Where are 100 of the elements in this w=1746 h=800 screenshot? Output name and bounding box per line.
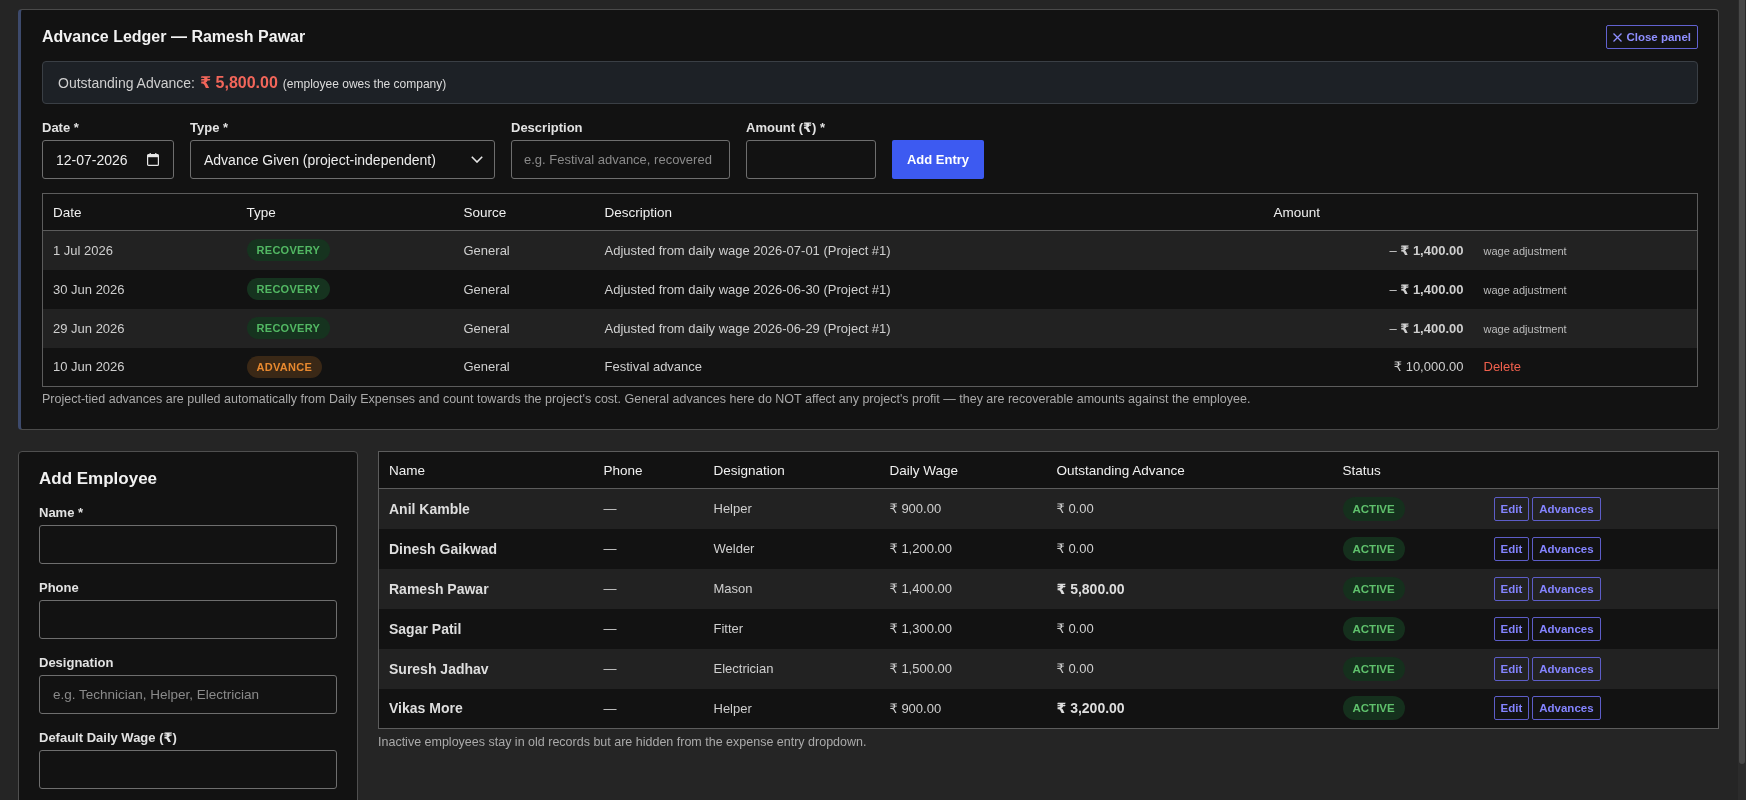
description-input[interactable]: e.g. Festival advance, recovered — [511, 140, 730, 179]
phone-text: — — [603, 700, 617, 716]
employee-name: Anil Kamble — [389, 500, 470, 517]
phone-text: — — [603, 541, 617, 556]
input-field[interactable] — [39, 525, 337, 564]
input-field[interactable]: e.g. Technician, Helper, Electrician — [39, 675, 337, 714]
outstanding-amount: ₹ 5,800.00 — [200, 73, 278, 92]
edit-button[interactable]: Edit — [1493, 696, 1530, 721]
employee-name: Dinesh Gaikwad — [389, 540, 498, 557]
add-entry-button[interactable]: Add Entry — [892, 140, 984, 179]
scrollbar-thumb[interactable] — [1739, 0, 1745, 764]
column-header: Date — [53, 204, 82, 220]
footnote-text: Project-tied advances are pulled automatically from Daily Expenses and count towards the project's cost. General advances here do NOT affect any project's profit — they are recoverable amounts against the employee. — [42, 391, 1252, 407]
card-title: Add Employee — [39, 468, 159, 489]
source-text: General — [463, 320, 510, 336]
employee-name: Vikas More — [389, 700, 463, 717]
date-text: 10 Jun 2026 — [53, 359, 125, 375]
employee-name: Sagar Patil — [389, 620, 462, 637]
description-text: Adjusted from daily wage 2026-07-01 (Project #1) — [604, 242, 891, 258]
type-badge: ADVANCE — [246, 355, 323, 378]
field-label: Designation — [39, 655, 115, 671]
amount-input[interactable] — [746, 140, 876, 179]
status-badge: ACTIVE — [1342, 576, 1405, 601]
field-label: Phone — [39, 580, 80, 596]
status-badge: ACTIVE — [1342, 536, 1405, 561]
type-badge: RECOVERY — [246, 278, 331, 300]
phone-text: — — [603, 621, 617, 636]
note-text: wage adjustment — [1483, 244, 1567, 257]
edit-button[interactable]: Edit — [1493, 616, 1530, 641]
description-text: Festival advance — [604, 359, 703, 375]
employee-name: Ramesh Pawar — [389, 580, 489, 597]
delete-button[interactable]: Delete — [1483, 359, 1522, 375]
source-text: General — [463, 281, 510, 297]
column-header: Type — [246, 204, 276, 220]
daily-wage-text: ₹ 1,200.00 — [889, 541, 952, 556]
date-text: 30 Jun 2026 — [53, 281, 125, 297]
edit-button[interactable]: Edit — [1493, 656, 1530, 681]
phone-text: — — [603, 501, 617, 517]
outstanding-text: ₹ 3,200.00 — [1056, 700, 1125, 717]
source-text: General — [463, 242, 510, 258]
source-text: General — [463, 359, 510, 375]
field-label: Default Daily Wage (₹) — [39, 730, 178, 746]
date-field[interactable]: 12-07-2026 — [42, 140, 174, 179]
daily-wage-text: ₹ 900.00 — [889, 501, 942, 517]
status-badge: ACTIVE — [1342, 696, 1405, 721]
column-header: Amount — [1273, 204, 1321, 220]
designation-text: Electrician — [713, 661, 774, 676]
type-select[interactable]: Advance Given (project-independent) — [190, 140, 495, 179]
panel-title: Advance Ledger — Ramesh Pawar — [42, 27, 306, 47]
employee-name: Suresh Jadhav — [389, 660, 489, 677]
advances-button[interactable]: Advances — [1532, 696, 1601, 721]
column-header: Source — [463, 204, 507, 220]
designation-text: Helper — [713, 501, 752, 517]
footnote-text: Inactive employees stay in old records but are hidden from the expense entry dropdown. — [378, 734, 868, 750]
outstanding-text: ₹ 0.00 — [1056, 621, 1094, 636]
status-badge: ACTIVE — [1342, 616, 1405, 641]
field-label: Name * — [39, 505, 85, 521]
advances-button[interactable]: Advances — [1532, 576, 1601, 601]
description-text: Adjusted from daily wage 2026-06-29 (Project #1) — [604, 320, 891, 336]
daily-wage-text: ₹ 1,500.00 — [889, 661, 952, 676]
phone-text: — — [603, 581, 617, 596]
status-badge: ACTIVE — [1342, 496, 1405, 521]
calendar-icon[interactable] — [147, 153, 159, 166]
field-label: Date * — [42, 120, 80, 136]
designation-text: Fitter — [713, 621, 744, 636]
outstanding-label: Outstanding Advance: — [58, 74, 195, 93]
note-text: wage adjustment — [1483, 283, 1567, 296]
type-badge: RECOVERY — [246, 317, 331, 339]
outstanding-text: ₹ 0.00 — [1056, 501, 1094, 517]
input-field[interactable] — [39, 750, 337, 789]
column-header: Daily Wage — [889, 462, 959, 478]
field-label: Amount (₹) * — [746, 120, 827, 136]
amount-text: – ₹ 1,400.00 — [1389, 320, 1464, 336]
advances-button[interactable]: Advances — [1532, 536, 1601, 561]
chevron-down-icon — [471, 156, 483, 163]
close-icon — [1613, 32, 1623, 42]
daily-wage-text: ₹ 900.00 — [889, 700, 942, 716]
edit-button[interactable]: Edit — [1493, 576, 1530, 601]
designation-text: Welder — [713, 541, 755, 556]
advances-button[interactable]: Advances — [1532, 616, 1601, 641]
input-field[interactable] — [39, 600, 337, 639]
field-label: Description — [511, 120, 584, 136]
column-header: Status — [1342, 462, 1381, 478]
field-label: Type * — [190, 120, 230, 136]
phone-text: — — [603, 661, 617, 676]
date-text: 1 Jul 2026 — [53, 242, 113, 258]
amount-text: – ₹ 1,400.00 — [1389, 281, 1464, 297]
column-header: Phone — [603, 462, 643, 478]
description-text: Adjusted from daily wage 2026-06-30 (Project #1) — [604, 281, 891, 297]
designation-text: Helper — [713, 700, 752, 716]
daily-wage-text: ₹ 1,400.00 — [889, 581, 952, 596]
edit-button[interactable]: Edit — [1493, 496, 1530, 521]
advances-button[interactable]: Advances — [1532, 496, 1601, 521]
note-text: wage adjustment — [1483, 322, 1567, 335]
designation-text: Mason — [713, 581, 753, 596]
advances-button[interactable]: Advances — [1532, 656, 1601, 681]
close-panel-button[interactable]: Close panel — [1606, 25, 1698, 49]
outstanding-text: ₹ 5,800.00 — [1056, 580, 1125, 597]
amount-text: – ₹ 1,400.00 — [1389, 242, 1464, 258]
edit-button[interactable]: Edit — [1493, 536, 1530, 561]
